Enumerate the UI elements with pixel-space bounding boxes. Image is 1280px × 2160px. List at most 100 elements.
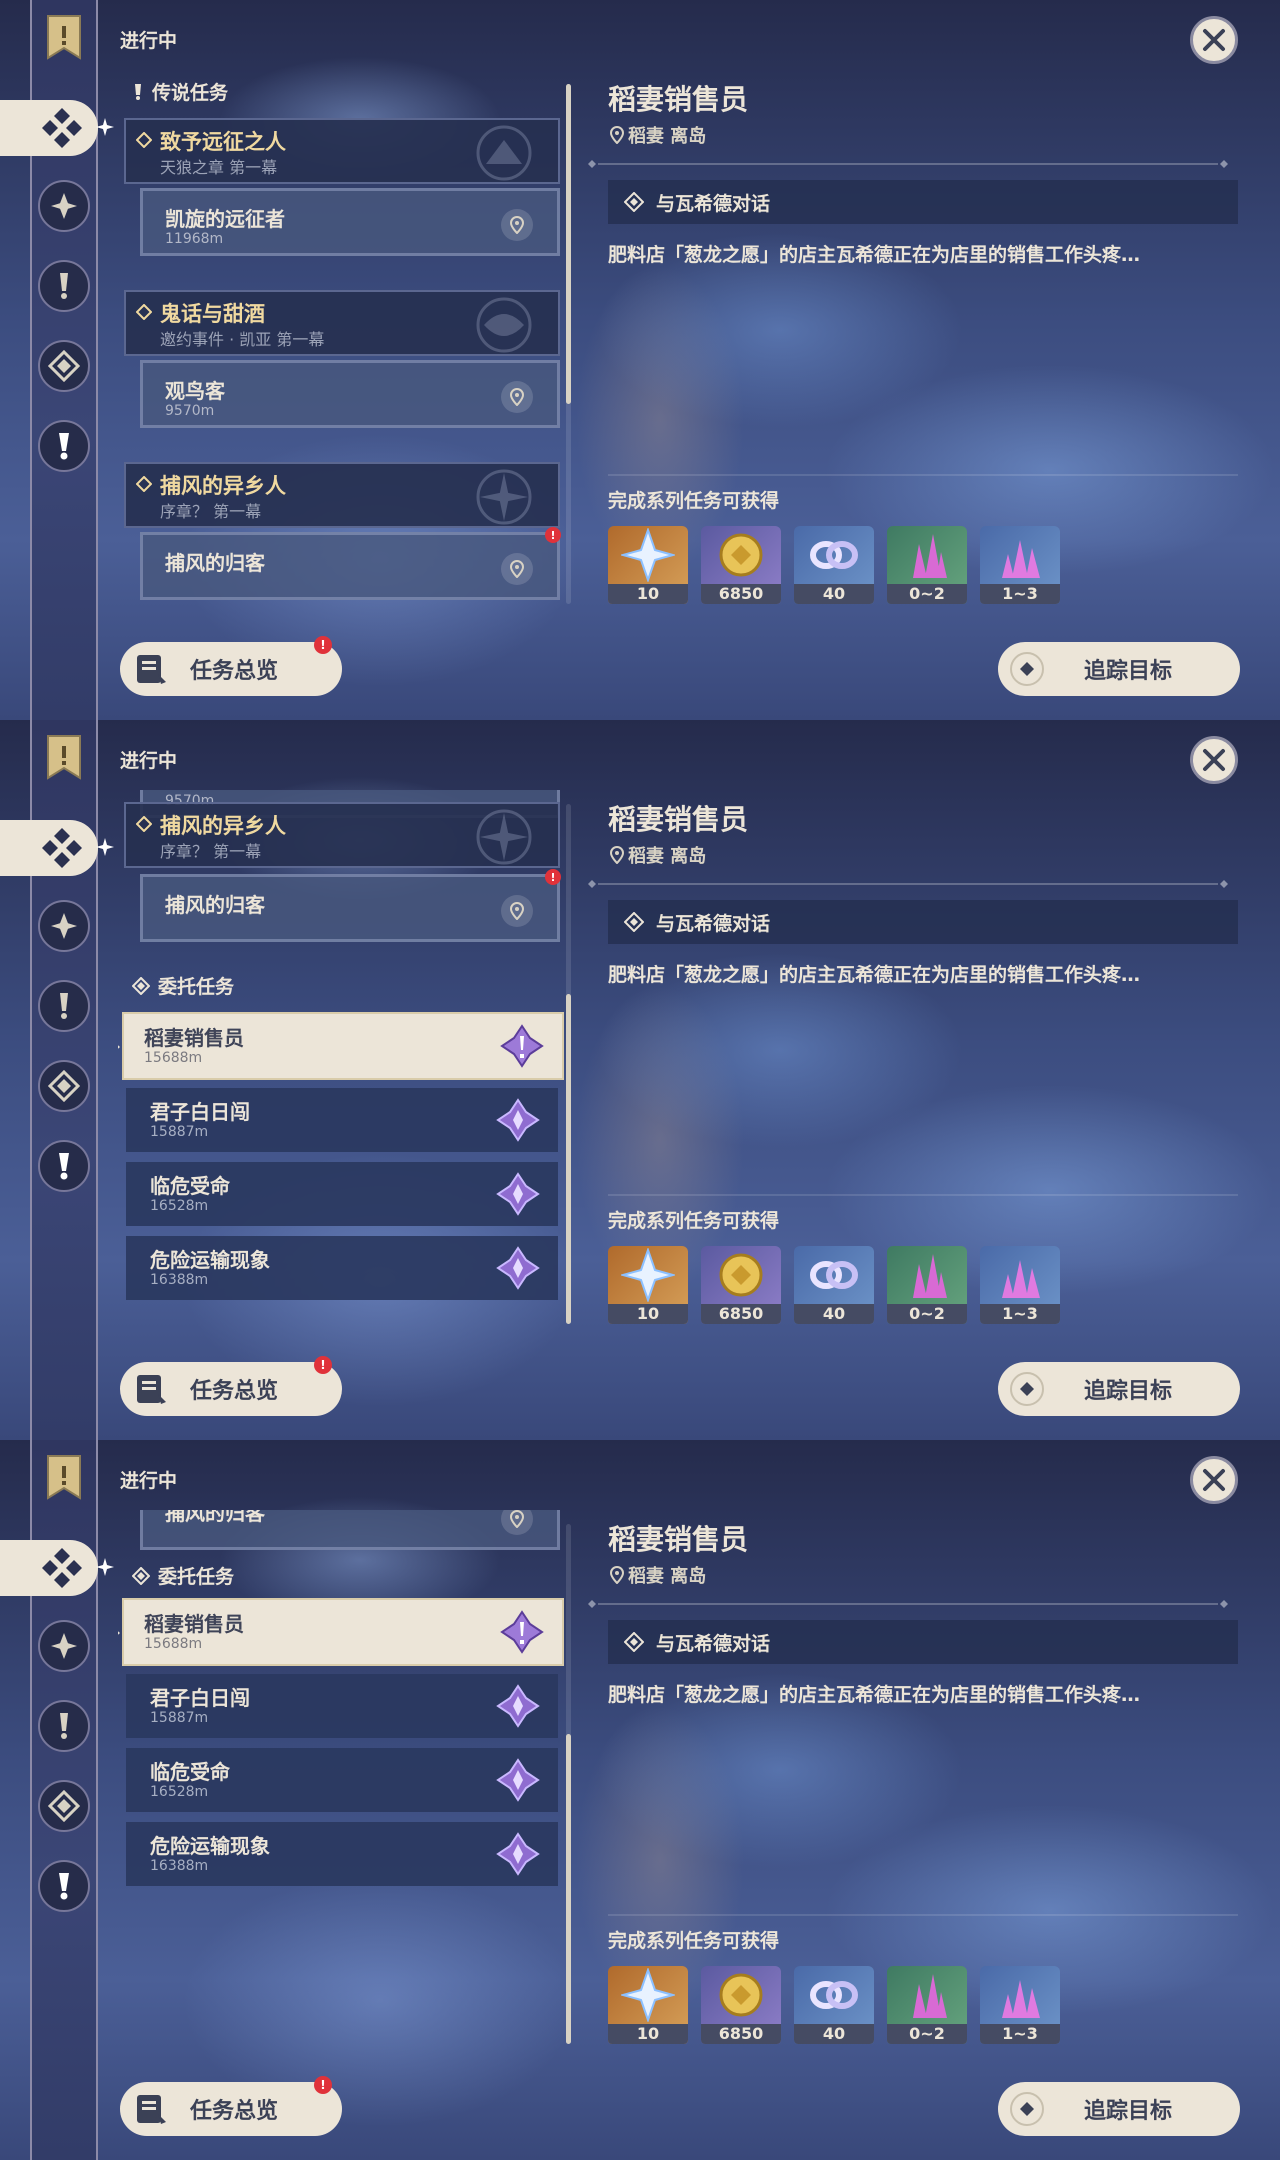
reward-item[interactable]: 10: [608, 526, 688, 604]
reward-item[interactable]: 6850: [701, 1246, 781, 1324]
locate-button[interactable]: [501, 381, 533, 413]
tab-story-quests[interactable]: [38, 1700, 90, 1752]
chapter-header[interactable]: 致予远征之人 天狼之章 第一幕: [124, 118, 560, 184]
locate-button[interactable]: [501, 1510, 533, 1535]
commission-item-selected[interactable]: 稻妻销售员 15688m: [118, 1598, 564, 1666]
chapter-title: 捕风的异乡人: [160, 474, 286, 498]
reward-item[interactable]: 6850: [701, 1966, 781, 2044]
tab-world-quests[interactable]: [38, 1140, 90, 1192]
tab-commission-quests[interactable]: [38, 340, 90, 392]
quest-overview-button[interactable]: 任务总览 !: [120, 636, 342, 696]
reward-item[interactable]: 40: [794, 1966, 874, 2044]
diamond-cluster-icon: [42, 1548, 82, 1588]
map-pin-icon: [510, 388, 524, 406]
reward-list: 10 6850 40 0~2 1~3: [608, 526, 1060, 604]
button-label: 任务总览: [190, 1379, 279, 1404]
commission-item[interactable]: 君子白日闯 15887m: [126, 1674, 558, 1738]
tab-story-quests[interactable]: [38, 980, 90, 1032]
quest-item[interactable]: 观鸟客 9570m: [140, 360, 560, 428]
quest-item[interactable]: 捕风的归客: [140, 1510, 560, 1550]
tab-story-quests[interactable]: [38, 260, 90, 312]
reward-item[interactable]: 0~2: [887, 526, 967, 604]
reward-item[interactable]: 1~3: [980, 1966, 1060, 2044]
commission-item[interactable]: 君子白日闯 15887m: [126, 1088, 558, 1152]
bookmark-icon[interactable]: [44, 14, 84, 60]
divider: [608, 474, 1238, 476]
reward-count: 0~2: [887, 2024, 967, 2044]
tab-archon-quests[interactable]: [38, 1620, 90, 1672]
reward-list: 10 6850 40 0~2 1~3: [608, 1246, 1060, 1324]
quest-description: 肥料店「葱龙之愿」的店主瓦希德正在为店里的销售工作头疼…: [608, 244, 1141, 266]
scroll-thumb[interactable]: [566, 1734, 571, 2044]
chapter-header[interactable]: 捕风的异乡人 序章？ 第一幕: [124, 802, 560, 868]
crystal-green-icon: [913, 1254, 947, 1298]
tab-archon-quests[interactable]: [38, 900, 90, 952]
quest-detail-title: 稻妻销售员: [608, 83, 749, 116]
track-objective-button[interactable]: 追踪目标: [998, 2082, 1240, 2136]
reward-item[interactable]: 6850: [701, 526, 781, 604]
commission-item-selected[interactable]: 稻妻销售员 15688m: [118, 1012, 564, 1080]
commission-distance: 16388m: [150, 1272, 209, 1288]
reward-item[interactable]: 0~2: [887, 1246, 967, 1324]
crystal-blue-icon: [1002, 540, 1040, 578]
reward-item[interactable]: 40: [794, 526, 874, 604]
commission-item[interactable]: 危险运输现象 16388m: [126, 1822, 558, 1886]
quest-item[interactable]: 捕风的归客 !: [140, 527, 561, 600]
list-scrollbar[interactable]: [566, 804, 571, 1324]
reward-count: 40: [794, 584, 874, 604]
track-objective-button[interactable]: 追踪目标: [998, 1362, 1240, 1416]
reward-item[interactable]: 10: [608, 1246, 688, 1324]
tab-commission-quests[interactable]: [38, 1060, 90, 1112]
commission-item[interactable]: 危险运输现象 16388m: [126, 1236, 558, 1300]
category-commission: 委托任务: [132, 1562, 234, 1589]
quest-objective: 与瓦希德对话: [608, 180, 1238, 224]
bookmark-icon[interactable]: [44, 1454, 84, 1500]
commission-distance: 15887m: [150, 1124, 209, 1140]
quest-overview-button[interactable]: 任务总览 !: [120, 1356, 342, 1416]
quest-list[interactable]: 捕风的归客 委托任务 稻妻销售员 15688m 君子白日闯 15887m 临危受…: [118, 1510, 568, 2050]
quest-overview-button[interactable]: 任务总览 !: [120, 2076, 342, 2136]
tab-world-quests[interactable]: [38, 1860, 90, 1912]
reward-item[interactable]: 40: [794, 1246, 874, 1324]
close-button[interactable]: [1190, 16, 1238, 64]
reward-item[interactable]: 0~2: [887, 1966, 967, 2044]
category-label: 委托任务: [158, 1566, 235, 1588]
divider: [608, 1194, 1238, 1196]
notification-badge: !: [314, 636, 332, 654]
locate-button[interactable]: [501, 895, 533, 927]
quest-item[interactable]: 捕风的归客 !: [140, 869, 561, 942]
chapter-header[interactable]: 捕风的异乡人 序章？ 第一幕: [124, 462, 560, 528]
scroll-thumb[interactable]: [566, 994, 571, 1324]
map-pin-icon: [510, 216, 524, 234]
chapter-header[interactable]: 鬼话与甜酒 邀约事件 · 凯亚 第一幕: [124, 290, 560, 356]
close-button[interactable]: [1190, 736, 1238, 784]
close-button[interactable]: [1190, 1456, 1238, 1504]
commission-item[interactable]: 临危受命 16528m: [126, 1748, 558, 1812]
commission-item[interactable]: 临危受命 16528m: [126, 1162, 558, 1226]
notification-badge: !: [314, 2076, 332, 2094]
bookmark-icon[interactable]: [44, 734, 84, 780]
quest-list[interactable]: 9570m 捕风的异乡人 序章？ 第一幕 捕风的归客 ! 委托任务 稻妻销售员 …: [118, 790, 568, 1330]
track-objective-button[interactable]: 追踪目标: [998, 642, 1240, 696]
scroll-thumb[interactable]: [566, 84, 571, 404]
reward-item[interactable]: 1~3: [980, 526, 1060, 604]
reward-count: 6850: [701, 1304, 781, 1324]
tab-world-quests[interactable]: [38, 420, 90, 472]
reward-item[interactable]: 10: [608, 1966, 688, 2044]
quest-list[interactable]: 传说任务 致予远征之人 天狼之章 第一幕 凯旋的远征者 11968m 鬼话与甜酒…: [118, 70, 568, 610]
reward-item[interactable]: 1~3: [980, 1246, 1060, 1324]
locate-button[interactable]: [501, 553, 533, 585]
tab-commission-quests[interactable]: [38, 1780, 90, 1832]
locate-button[interactable]: [501, 209, 533, 241]
diamond-cluster-icon: [42, 828, 82, 868]
list-scrollbar[interactable]: [566, 1524, 571, 2044]
tab-all-quests[interactable]: [0, 100, 98, 156]
tab-all-quests[interactable]: [0, 1540, 98, 1596]
quest-title: 捕风的归客: [165, 551, 265, 575]
list-scrollbar[interactable]: [566, 84, 571, 604]
crystal-blue-icon: [1002, 1980, 1040, 2018]
tab-archon-quests[interactable]: [38, 180, 90, 232]
archon-icon: [51, 913, 77, 939]
quest-item[interactable]: 凯旋的远征者 11968m: [140, 188, 560, 256]
tab-all-quests[interactable]: [0, 820, 98, 876]
